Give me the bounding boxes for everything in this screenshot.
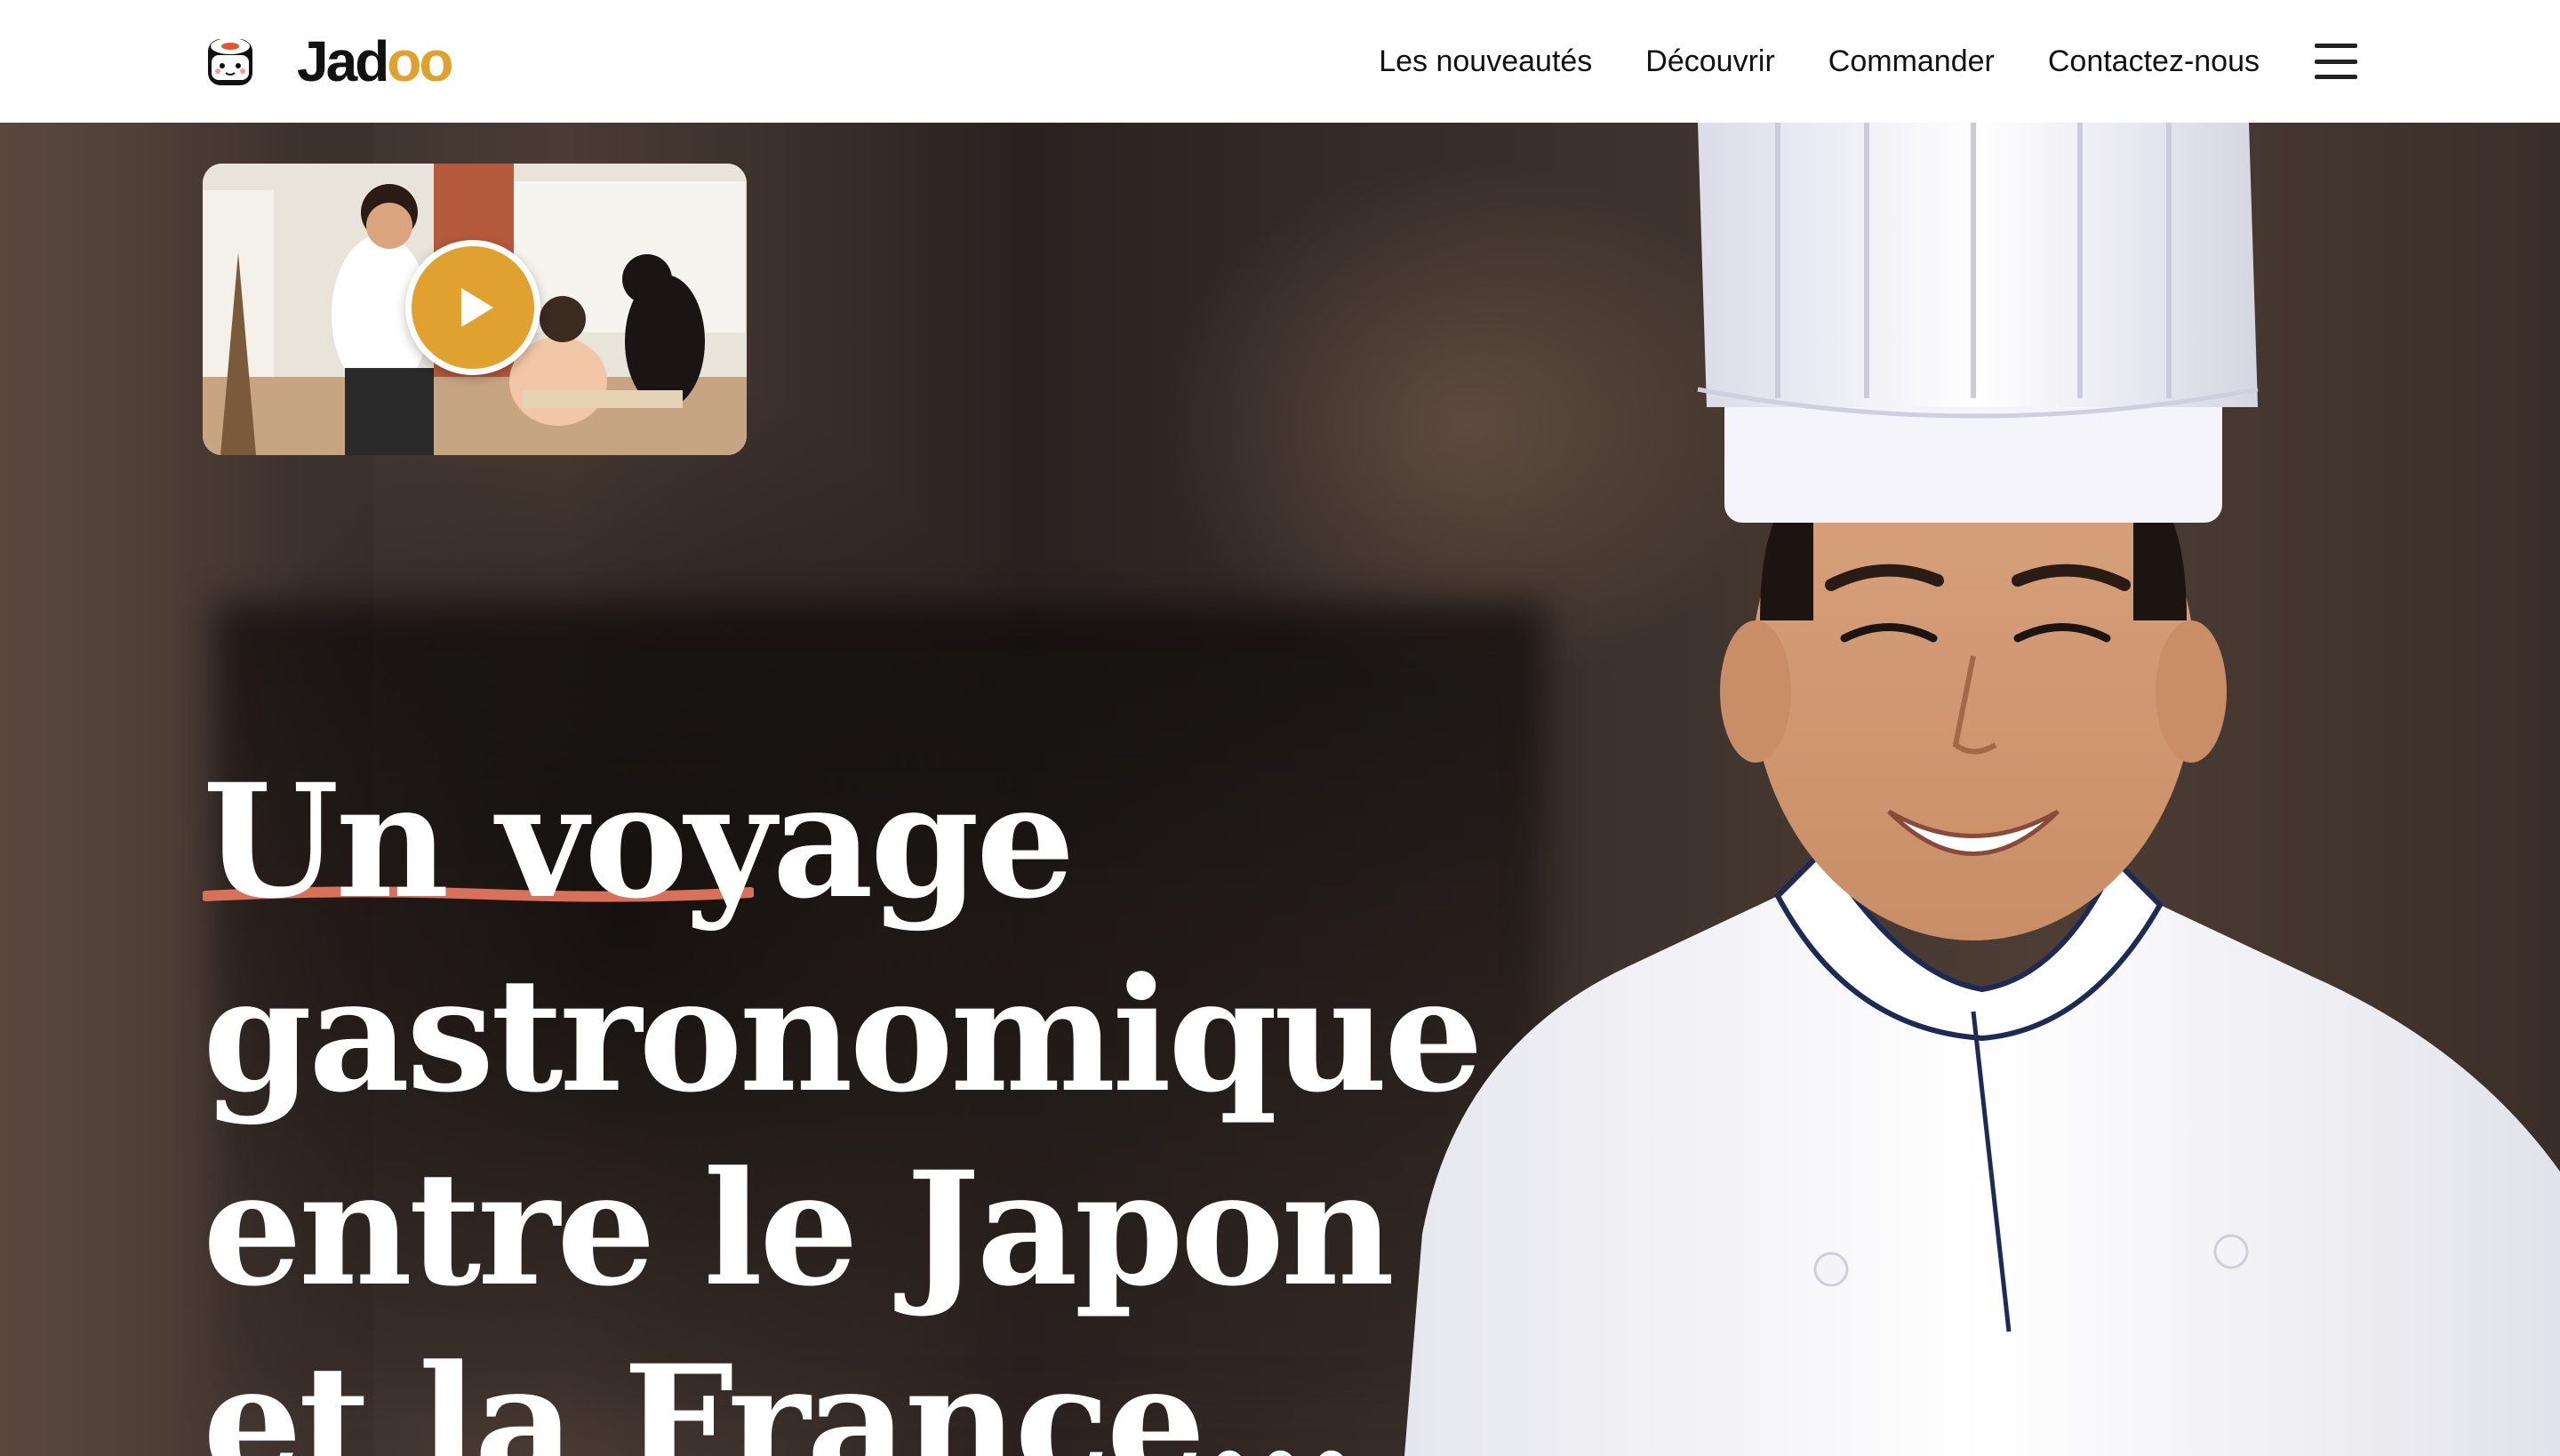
headline-line-2: gastronomique — [203, 943, 1484, 1127]
hamburger-icon[interactable] — [2315, 44, 2357, 79]
headline-line-1: Un voyage — [203, 749, 1076, 933]
chef-photo — [1404, 123, 2560, 1456]
headline-line-3: entre le Japon — [203, 1137, 1395, 1321]
brand-name-prefix: Jad — [297, 29, 389, 93]
nav-link-nouveautes[interactable]: Les nouveautés — [1379, 44, 1592, 79]
play-icon — [461, 288, 493, 327]
nav-link-commander[interactable]: Commander — [1828, 44, 1995, 79]
brand-logo[interactable]: Jadoo — [203, 32, 453, 91]
headline-line-4: et la France... — [203, 1331, 1358, 1456]
nav-link-decouvrir[interactable]: Découvrir — [1645, 44, 1774, 79]
top-navbar: Jadoo Les nouveautés Découvrir Commander… — [0, 0, 2560, 123]
nav-link-contact[interactable]: Contactez-nous — [2048, 44, 2260, 79]
sushi-mascot-icon — [203, 34, 258, 89]
brand-name-highlight: oo — [387, 29, 453, 93]
brand-name: Jadoo — [297, 33, 453, 90]
play-button[interactable] — [405, 240, 540, 375]
main-nav: Les nouveautés Découvrir Commander Conta… — [1379, 0, 2357, 123]
hero-headline: Un voyage gastronomique entre le Japon e… — [203, 745, 1484, 1456]
video-thumbnail[interactable] — [203, 164, 747, 455]
